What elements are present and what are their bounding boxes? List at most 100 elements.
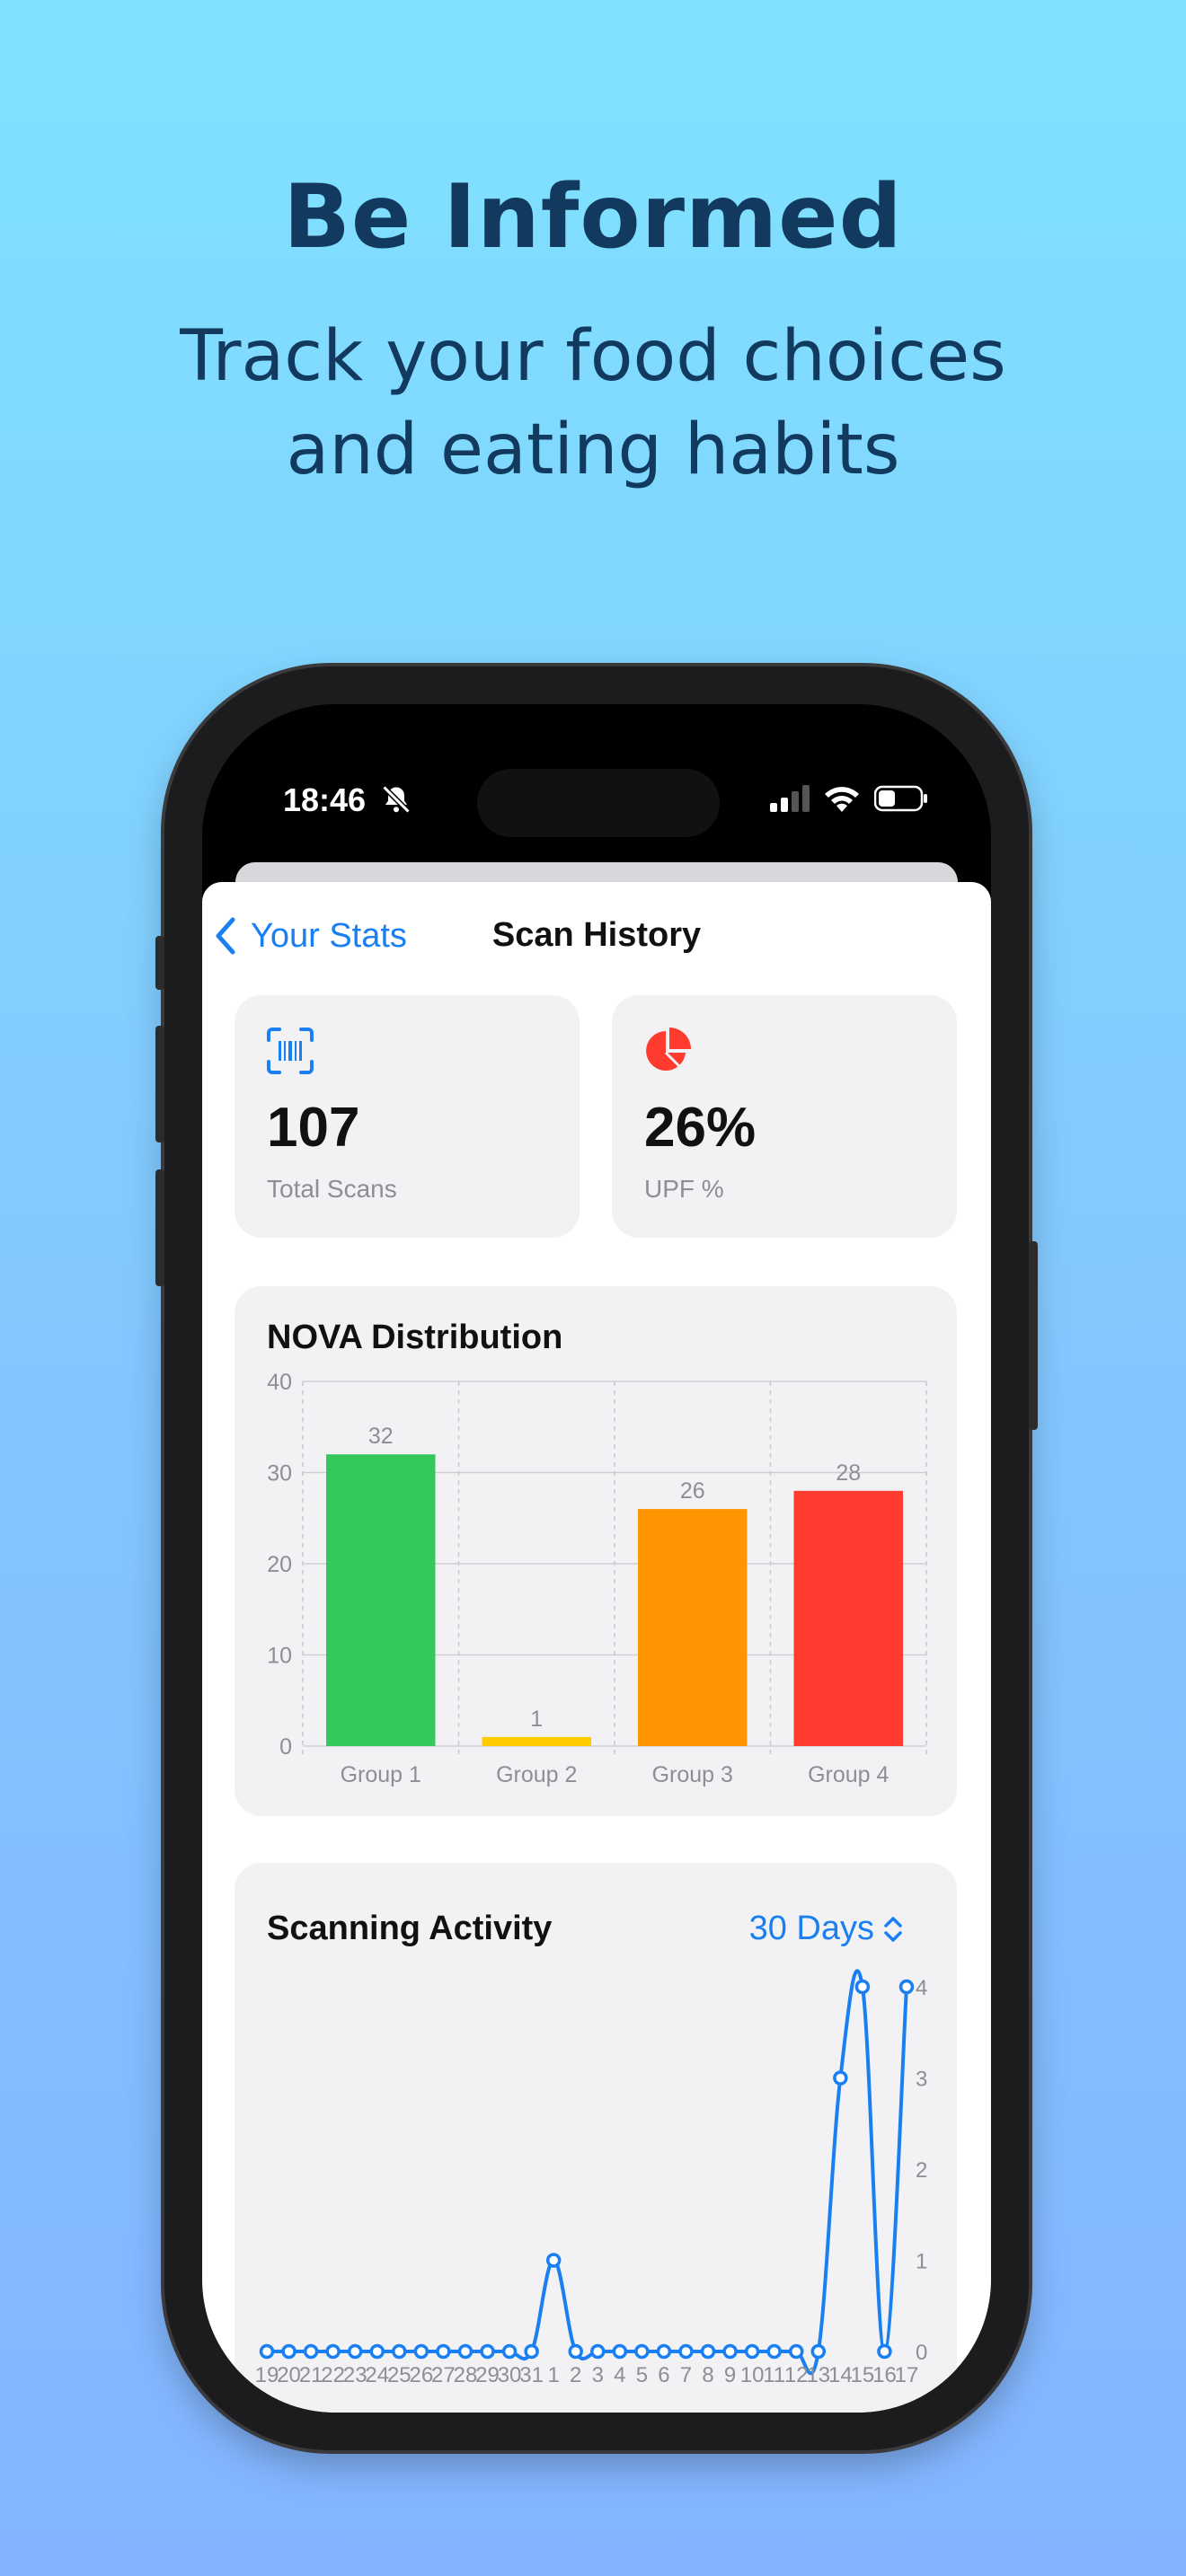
- x-tick-label: 10: [740, 2363, 765, 2387]
- status-time: 18:46: [283, 781, 367, 818]
- x-tick-label: 1: [547, 2363, 559, 2387]
- x-tick-label: 9: [724, 2363, 736, 2387]
- x-tick-label: 5: [636, 2363, 648, 2387]
- data-point: [722, 2343, 738, 2360]
- x-tick-label: 20: [277, 2363, 301, 2387]
- back-button-label: Your Stats: [251, 916, 407, 955]
- x-tick-label: Group 4: [808, 1762, 889, 1787]
- upf-percent-value: 26%: [644, 1097, 757, 1159]
- action-button: [155, 936, 164, 990]
- x-tick-label: 23: [343, 2363, 367, 2387]
- data-point: [744, 2343, 760, 2360]
- x-tick-label: 29: [475, 2363, 500, 2387]
- y-tick-label: 30: [267, 1461, 292, 1486]
- x-tick-label: 21: [299, 2363, 323, 2387]
- power-button: [1029, 1241, 1038, 1430]
- x-tick-label: 27: [431, 2363, 456, 2387]
- x-tick-label: 15: [851, 2363, 875, 2387]
- data-point: [877, 2343, 892, 2360]
- y-tick-label: 3: [916, 2068, 927, 2092]
- data-point: [281, 2343, 296, 2360]
- x-tick-label: Group 3: [652, 1762, 733, 1787]
- x-tick-label: 22: [321, 2363, 345, 2387]
- data-point: [347, 2343, 363, 2360]
- x-tick-label: 16: [872, 2363, 897, 2387]
- cellular-signal-icon: [770, 785, 810, 812]
- data-point: [700, 2343, 716, 2360]
- x-tick-label: 14: [828, 2363, 853, 2387]
- bar-group-2: [482, 1736, 591, 1746]
- y-tick-label: 40: [267, 1370, 292, 1395]
- y-tick-label: 0: [279, 1734, 292, 1760]
- x-tick-label: 6: [658, 2363, 669, 2387]
- x-tick-label: Group 2: [496, 1762, 577, 1787]
- bar-value-label: 28: [836, 1460, 861, 1486]
- data-point: [678, 2343, 694, 2360]
- barcode-scan-icon: [267, 1028, 314, 1074]
- nova-bar-chart: 0 10 20 30 40 32 Group 1 1 Group 2 26 Group 3 28 Gro…: [267, 1370, 927, 1787]
- data-point: [501, 2343, 518, 2360]
- total-scans-value: 107: [267, 1097, 360, 1159]
- wifi-icon: [825, 787, 859, 812]
- x-tick-label: 11: [763, 2363, 785, 2387]
- x-tick-label: 19: [255, 2363, 279, 2387]
- phone-screen: 18:46 Your Stats Scan History 107 Total …: [202, 704, 991, 2413]
- bar-group-3: [638, 1509, 748, 1746]
- bar-group-1: [326, 1454, 436, 1746]
- data-point: [325, 2343, 341, 2360]
- bar-group-4: [793, 1490, 903, 1746]
- x-tick-label: 17: [895, 2363, 919, 2387]
- data-point: [369, 2343, 385, 2360]
- x-tick-label: 4: [614, 2363, 625, 2387]
- data-point: [259, 2343, 275, 2360]
- y-tick-label: 4: [916, 1976, 927, 2000]
- data-point: [457, 2343, 474, 2360]
- y-tick-label: 1: [916, 2250, 927, 2274]
- data-point: [413, 2343, 429, 2360]
- upf-percent-label: UPF %: [644, 1175, 724, 1203]
- data-point: [898, 1979, 915, 1995]
- x-tick-label: 24: [365, 2363, 389, 2387]
- data-point: [545, 2253, 562, 2268]
- chevron-left-icon: [216, 917, 235, 955]
- data-point: [656, 2343, 672, 2360]
- dynamic-island: [477, 769, 720, 837]
- nova-distribution-card: NOVA Distribution 0 10 20 30 40 32 Group 1 1 Gro…: [235, 1286, 957, 1816]
- total-scans-card: 107 Total Scans: [235, 995, 580, 1238]
- back-button[interactable]: Your Stats: [213, 916, 407, 956]
- data-point: [766, 2343, 782, 2360]
- x-tick-label: 31: [519, 2363, 544, 2387]
- data-point: [524, 2343, 539, 2360]
- data-point: [568, 2343, 583, 2360]
- scan-history-screen: Your Stats Scan History 107 Total Scans: [202, 882, 991, 2413]
- volume-up-button: [155, 1026, 164, 1142]
- activity-line-chart: 0123419202122232425262728293031 1 2 3 4 5 6 7 8 9…: [255, 1969, 927, 2387]
- y-tick-label: 20: [267, 1552, 292, 1577]
- promo-headline: Be Informed: [283, 166, 903, 269]
- volume-down-button: [155, 1169, 164, 1286]
- x-tick-label: 7: [680, 2363, 692, 2387]
- status-icons: [770, 785, 928, 812]
- data-point: [634, 2343, 650, 2360]
- bar-value-label: 26: [680, 1478, 705, 1504]
- activity-series-line: [267, 1969, 908, 2376]
- battery-icon: [874, 785, 927, 812]
- data-point: [612, 2343, 628, 2360]
- data-point: [590, 2343, 606, 2360]
- x-tick-label: 25: [387, 2363, 412, 2387]
- x-tick-label: 2: [570, 2363, 581, 2387]
- x-tick-label: Group 1: [341, 1762, 421, 1787]
- phone-frame: 18:46 Your Stats Scan History 107 Total …: [155, 666, 1038, 2450]
- y-tick-label: 0: [916, 2341, 927, 2365]
- x-tick-label: 13: [806, 2363, 830, 2387]
- data-point: [392, 2343, 407, 2360]
- data-point: [303, 2343, 319, 2360]
- y-tick-label: 10: [267, 1644, 292, 1669]
- x-tick-label: 8: [702, 2363, 713, 2387]
- bar-value-label: 32: [368, 1424, 394, 1449]
- scanning-activity-card: Scanning Activity 30 Days 0 1 2 3 4 19 20 21 22 2…: [235, 1863, 957, 2413]
- x-tick-label: 26: [410, 2363, 434, 2387]
- x-tick-label: 3: [592, 2363, 604, 2387]
- y-tick-label: 2: [916, 2158, 927, 2183]
- promo-subline: Track your food choices and eating habit…: [180, 316, 1006, 490]
